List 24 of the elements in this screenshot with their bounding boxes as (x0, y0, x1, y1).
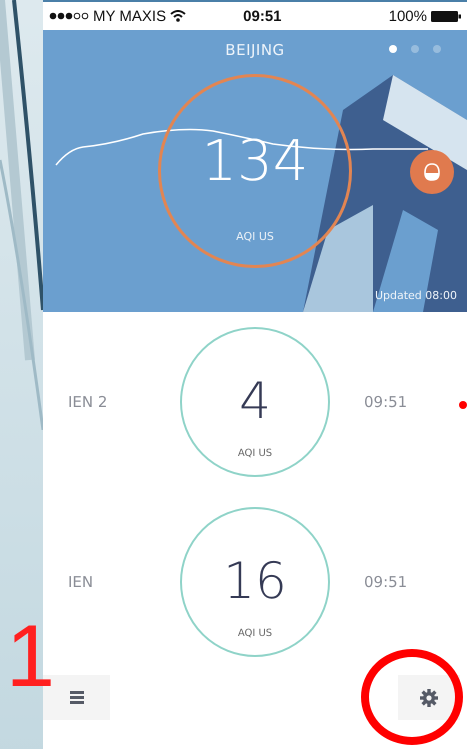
station-name: IEN 2 (67, 393, 108, 411)
status-time: 09:51 (243, 8, 282, 24)
mask-icon (422, 162, 442, 182)
wifi-icon (170, 10, 186, 22)
station-time: 09:51 (364, 573, 408, 591)
battery-icon (430, 10, 461, 22)
page-indicator-dot[interactable] (433, 45, 441, 53)
aqi-value: 134 (202, 134, 308, 190)
updated-time: Updated 08:00 (374, 289, 457, 302)
aqi-unit: AQI US (238, 448, 272, 459)
menu-icon (70, 691, 84, 704)
aqi-value: 16 (223, 556, 287, 606)
battery-percent: 100% (388, 8, 427, 24)
aqi-value: 4 (239, 376, 271, 426)
station-time: 09:51 (364, 393, 408, 411)
signal-icon (49, 12, 89, 20)
station-name: IEN (67, 573, 94, 591)
carrier-name: MY MAXIS (93, 8, 166, 24)
aqi-unit: AQI US (236, 230, 274, 243)
city-name: BEIJING (225, 41, 285, 59)
settings-icon (420, 688, 438, 706)
slide-number: 1 (6, 612, 55, 700)
aqi-unit: AQI US (238, 628, 272, 639)
page-indicator-dot[interactable] (411, 45, 419, 53)
